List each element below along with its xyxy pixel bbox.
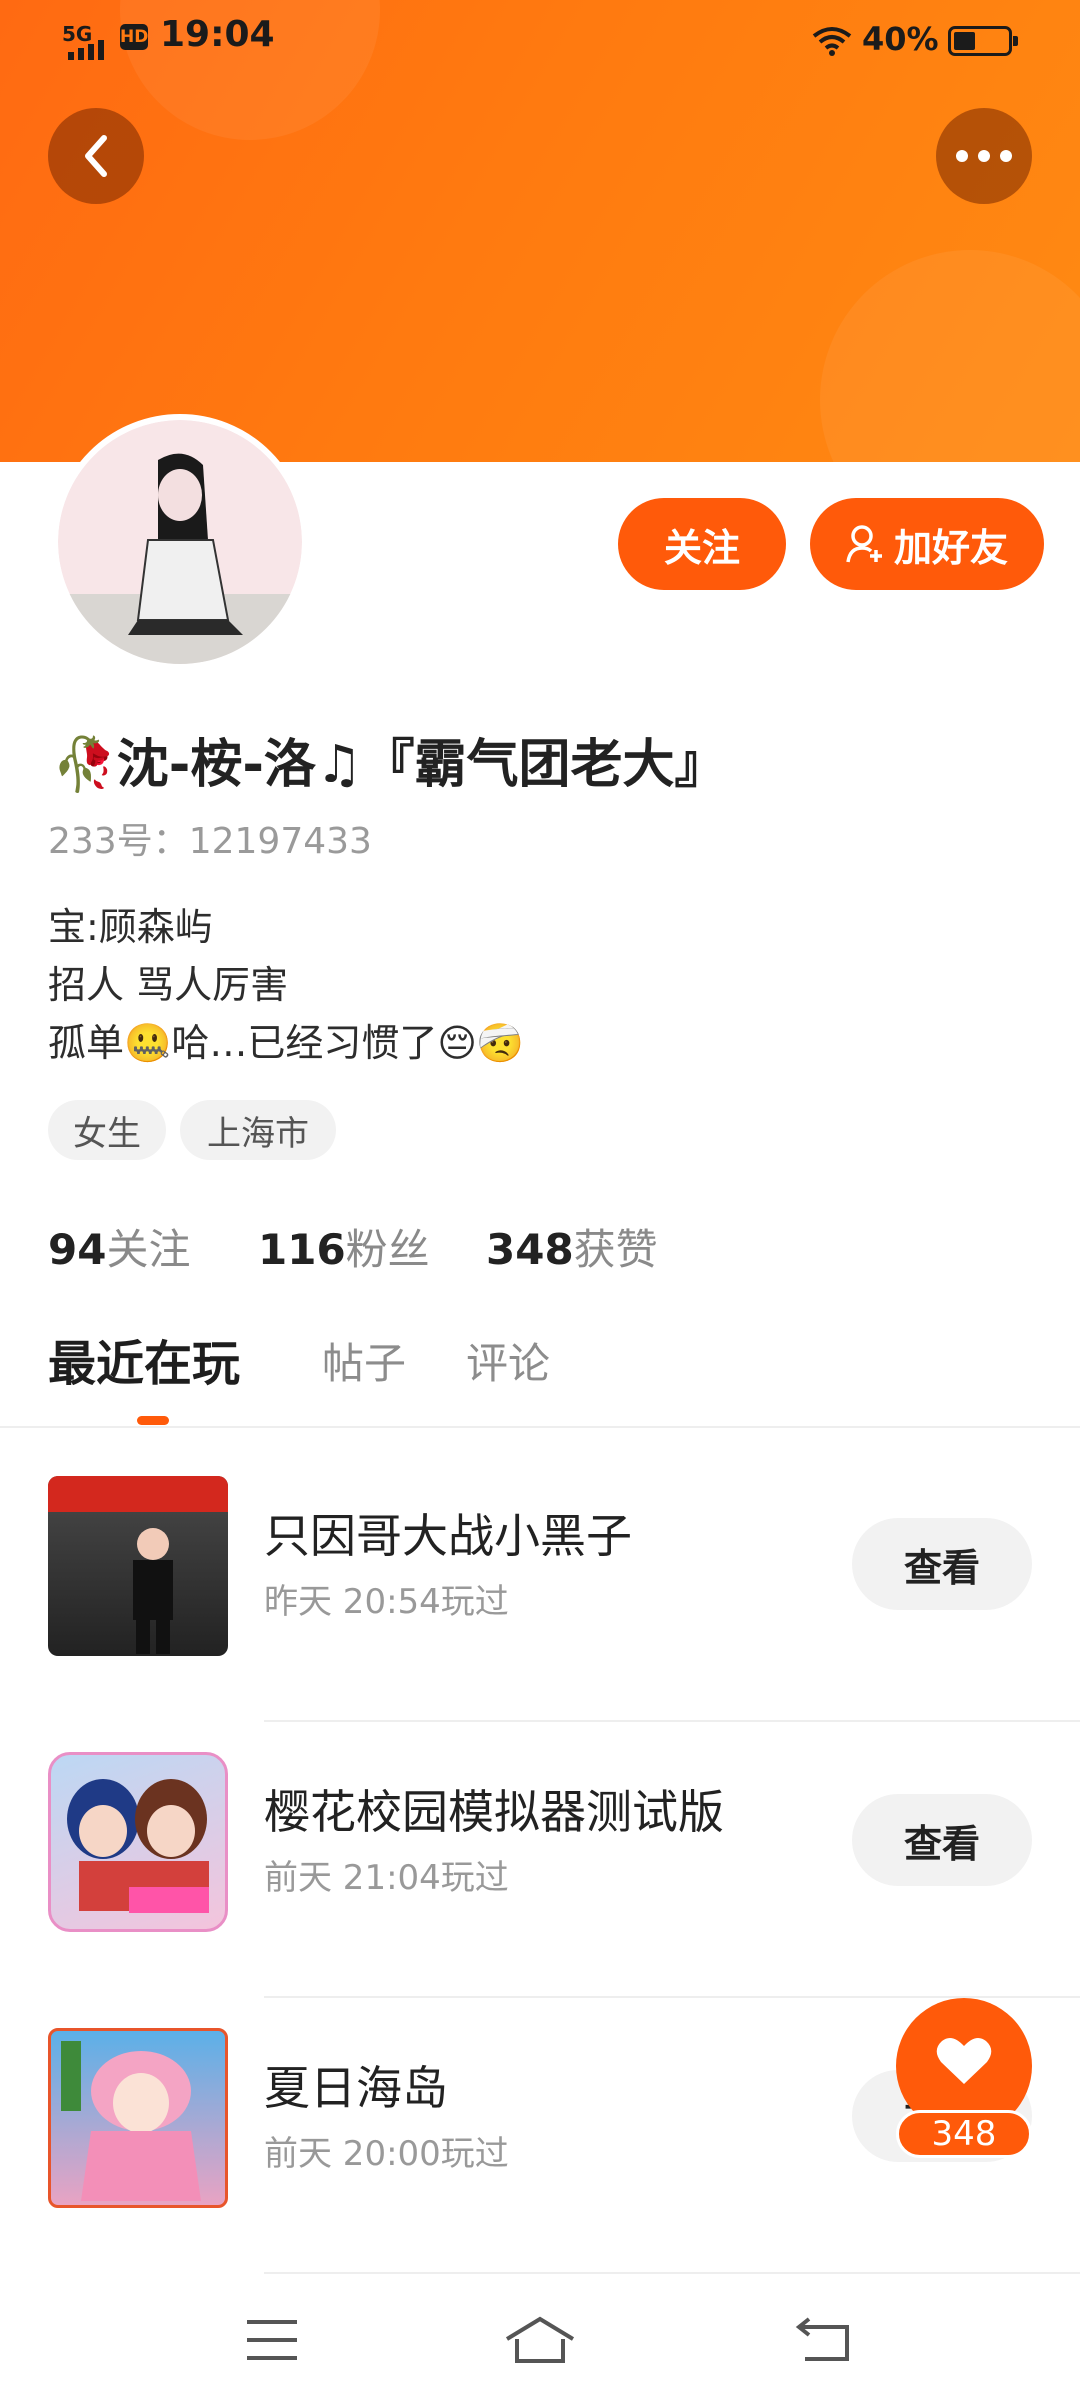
game-icon [48,1752,228,1932]
home-icon [505,2316,575,2363]
chevron-left-icon [85,135,107,177]
fans-count: 116 [258,1225,346,1274]
heart-icon [936,2037,992,2084]
user-name: 🥀沈-桉-洛♫『霸气团老大』 [52,735,727,795]
system-nav-bar [0,2280,1080,2408]
view-button[interactable]: 查看 [852,1518,1032,1610]
list-item[interactable]: 只因哥大战小黑子 昨天 20:54玩过 查看 [0,1446,1080,1722]
game-played-time: 前天 20:00玩过 [264,2134,509,2174]
menu-nav-button[interactable] [232,2310,312,2370]
likes-count: 348 [486,1225,574,1274]
tabs-divider [0,1426,1080,1428]
game-icon [48,2028,228,2208]
more-dots-icon [956,150,1012,162]
user-bio: 宝:顾森屿 招人 骂人厉害 孤单🤐哈…已经习惯了😔🤕 [48,905,525,1065]
add-friend-label: 加好友 [893,525,1008,570]
active-tab-indicator [137,1416,169,1425]
fans-stat[interactable]: 116粉丝 [258,1216,430,1277]
follow-label: 关注 [663,525,740,570]
game-icon [48,1476,228,1656]
game-title: 只因哥大战小黑子 [264,1509,632,1563]
follow-button[interactable]: 关注 [618,498,786,590]
likes-label: 获赞 [573,1225,658,1274]
fans-label: 粉丝 [345,1225,430,1274]
battery-percent: 40% [862,20,939,58]
back-nav-button[interactable] [784,2310,864,2370]
user-id: 233号：12197433 [48,821,372,862]
home-nav-button[interactable] [500,2310,580,2370]
menu-icon [247,2320,297,2360]
signal-icon [68,40,104,60]
following-stat[interactable]: 94关注 [48,1216,190,1277]
gender-tag: 女生 [48,1100,166,1160]
like-count: 348 [896,2110,1032,2158]
tab-comments[interactable]: 评论 [466,1330,550,1391]
more-button[interactable] [936,108,1032,204]
city-tag: 上海市 [180,1100,336,1160]
likes-stat[interactable]: 348获赞 [486,1216,658,1277]
game-played-time: 昨天 20:54玩过 [264,1582,509,1622]
list-item[interactable]: 樱花校园模拟器测试版 前天 21:04玩过 查看 [0,1722,1080,1998]
avatar-figure [128,453,243,635]
add-friend-button[interactable]: 加好友 [810,498,1044,590]
battery-icon [948,26,1018,56]
avatar[interactable] [52,414,308,670]
tab-recently-played[interactable]: 最近在玩 [48,1324,240,1394]
hd-badge: HD [120,24,148,50]
return-icon [795,2317,849,2361]
add-user-icon [846,525,882,563]
game-title: 樱花校园模拟器测试版 [264,1785,724,1839]
status-bar: 5G HD 19:04 40% [0,0,1080,84]
tab-posts[interactable]: 帖子 [322,1330,406,1391]
clock: 19:04 [160,14,275,55]
view-button[interactable]: 查看 [852,1794,1032,1886]
back-button[interactable] [48,108,144,204]
following-count: 94 [48,1225,107,1274]
wifi-icon [812,27,852,56]
game-title: 夏日海岛 [264,2061,448,2115]
following-label: 关注 [106,1225,191,1274]
game-played-time: 前天 21:04玩过 [264,1858,509,1898]
